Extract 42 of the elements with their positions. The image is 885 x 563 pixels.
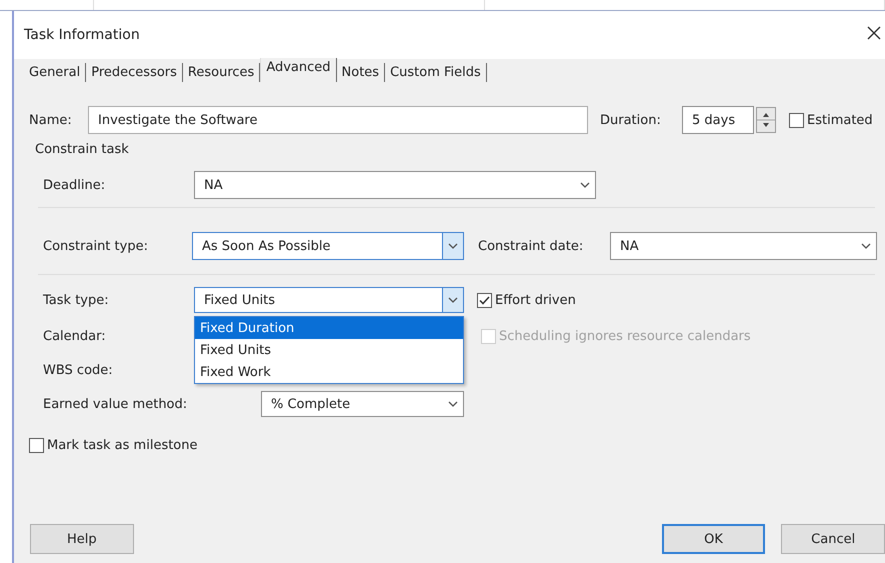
dropdown-option[interactable]: Fixed Work	[195, 361, 463, 383]
checkbox-label[interactable]: Mark task as milestone	[47, 438, 198, 452]
window-title: Task Information	[24, 27, 140, 43]
chevron-down-icon[interactable]	[448, 401, 458, 407]
field-label: WBS code:	[43, 362, 113, 378]
field-label: Constraint type:	[43, 238, 149, 254]
tab[interactable]: Custom Fields	[385, 63, 487, 82]
close-icon[interactable]	[867, 26, 881, 40]
checkbox[interactable]	[789, 112, 804, 128]
field-label: Calendar:	[43, 328, 107, 344]
section-heading: Constrain task	[35, 142, 129, 156]
checkbox[interactable]	[477, 292, 492, 308]
tab[interactable]: Advanced	[260, 58, 337, 82]
chevron-down-icon[interactable]	[448, 297, 458, 303]
dropdown-option[interactable]: Fixed Duration	[195, 317, 463, 339]
field-label: Deadline:	[43, 178, 106, 192]
field-label: Task type:	[43, 292, 110, 308]
deadline-dropdown[interactable]: NA	[194, 171, 596, 199]
constraint-date-dropdown[interactable]: NA	[610, 232, 877, 260]
constraint-type-dropdown[interactable]: As Soon As Possible	[192, 232, 464, 260]
field-label: Constraint date:	[478, 238, 584, 254]
tab[interactable]: General	[24, 63, 86, 82]
name-field[interactable]: Investigate the Software	[88, 106, 588, 134]
chevron-down-icon[interactable]	[580, 182, 590, 188]
chevron-down-icon[interactable]	[861, 243, 871, 249]
dropdown-option[interactable]: Fixed Units	[195, 339, 463, 361]
spinner-icon[interactable]	[756, 107, 776, 133]
checkbox-label[interactable]: Estimated	[807, 112, 873, 128]
field-label: Name:	[29, 112, 73, 128]
tab[interactable]: Predecessors	[86, 63, 183, 82]
dialog-button[interactable]: Help	[30, 524, 134, 554]
checkbox-label[interactable]: Effort driven	[495, 292, 576, 308]
dialog-button[interactable]: Cancel	[781, 524, 885, 554]
field-label: Duration:	[600, 112, 662, 128]
earned-value-dropdown[interactable]: % Complete	[261, 391, 464, 417]
duration-field[interactable]: 5 days	[682, 106, 754, 134]
chevron-down-icon[interactable]	[448, 243, 458, 249]
tab[interactable]: Notes	[336, 63, 386, 82]
checkbox[interactable]	[29, 438, 44, 452]
field-label: Earned value method:	[43, 396, 188, 412]
dialog-button[interactable]: OK	[662, 524, 766, 554]
task-type-dropdown[interactable]: Fixed Units	[194, 287, 464, 313]
